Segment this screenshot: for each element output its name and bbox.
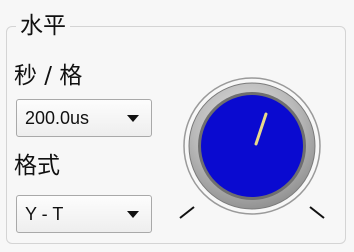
format-dropdown-value: Y - T — [25, 204, 64, 224]
knob-face — [201, 95, 303, 197]
knob-min-tick — [179, 206, 195, 219]
chevron-down-icon — [127, 115, 139, 122]
horizontal-panel: 水平 秒 / 格 200.0us 格式 Y - T — [0, 0, 354, 252]
timebase-dropdown-value: 200.0us — [25, 108, 90, 128]
knob-max-tick — [309, 206, 325, 219]
timebase-dropdown[interactable]: 200.0us — [16, 99, 152, 137]
chevron-down-icon — [127, 211, 139, 218]
format-dropdown[interactable]: Y - T — [16, 195, 152, 233]
format-label: 格式 — [14, 153, 60, 179]
timebase-label: 秒 / 格 — [14, 63, 83, 89]
group-title: 水平 — [16, 12, 70, 40]
timebase-knob[interactable] — [172, 74, 332, 228]
